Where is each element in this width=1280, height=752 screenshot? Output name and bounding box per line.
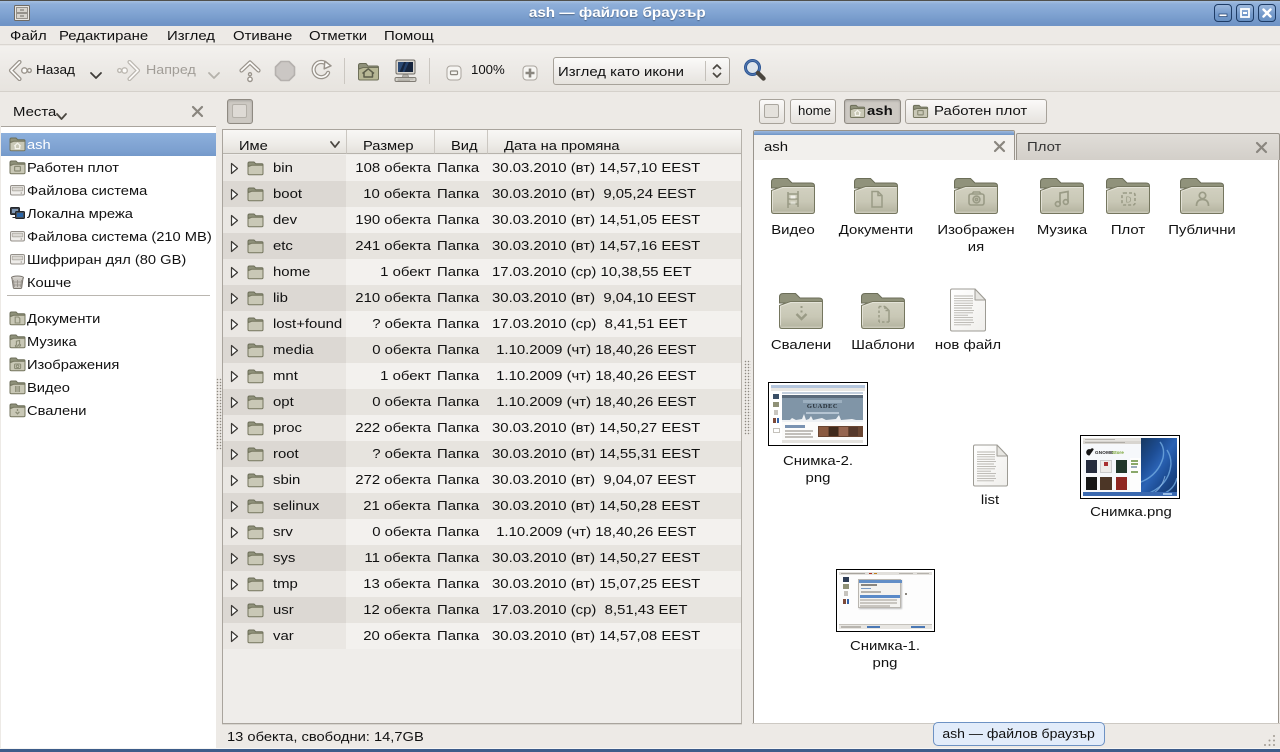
svg-text:D: D [1126, 196, 1132, 205]
